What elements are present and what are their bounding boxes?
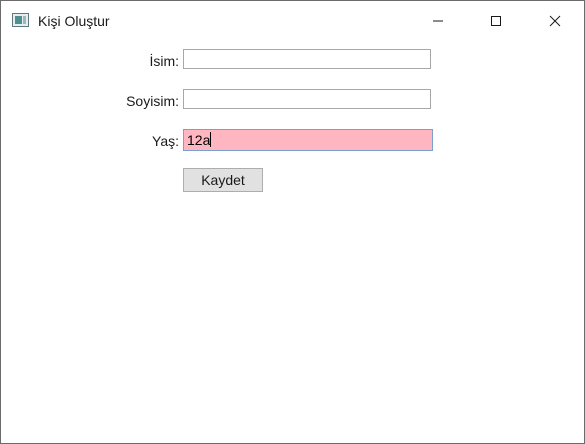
surname-input[interactable]: [183, 89, 431, 109]
window-app-icon: [12, 13, 29, 27]
close-button[interactable]: [526, 1, 584, 40]
minimize-icon: [433, 20, 443, 21]
age-input[interactable]: 12a: [183, 129, 433, 151]
surname-label: Soyisim:: [126, 93, 179, 109]
save-button[interactable]: Kaydet: [183, 168, 263, 192]
window-title: Kişi Oluştur: [38, 13, 110, 29]
title-bar[interactable]: Kişi Oluştur: [1, 1, 584, 40]
create-person-window: Kişi Oluştur İsim: Soyisim: Yaş: 12a Kay…: [0, 0, 585, 444]
maximize-button[interactable]: [467, 1, 525, 40]
text-caret: [210, 132, 212, 147]
maximize-icon: [491, 15, 501, 26]
age-label: Yaş:: [152, 133, 179, 149]
name-input[interactable]: [183, 49, 431, 69]
age-input-value: 12a: [187, 132, 211, 148]
name-label: İsim:: [149, 53, 179, 69]
minimize-button[interactable]: [409, 1, 467, 40]
close-icon: [549, 15, 561, 26]
